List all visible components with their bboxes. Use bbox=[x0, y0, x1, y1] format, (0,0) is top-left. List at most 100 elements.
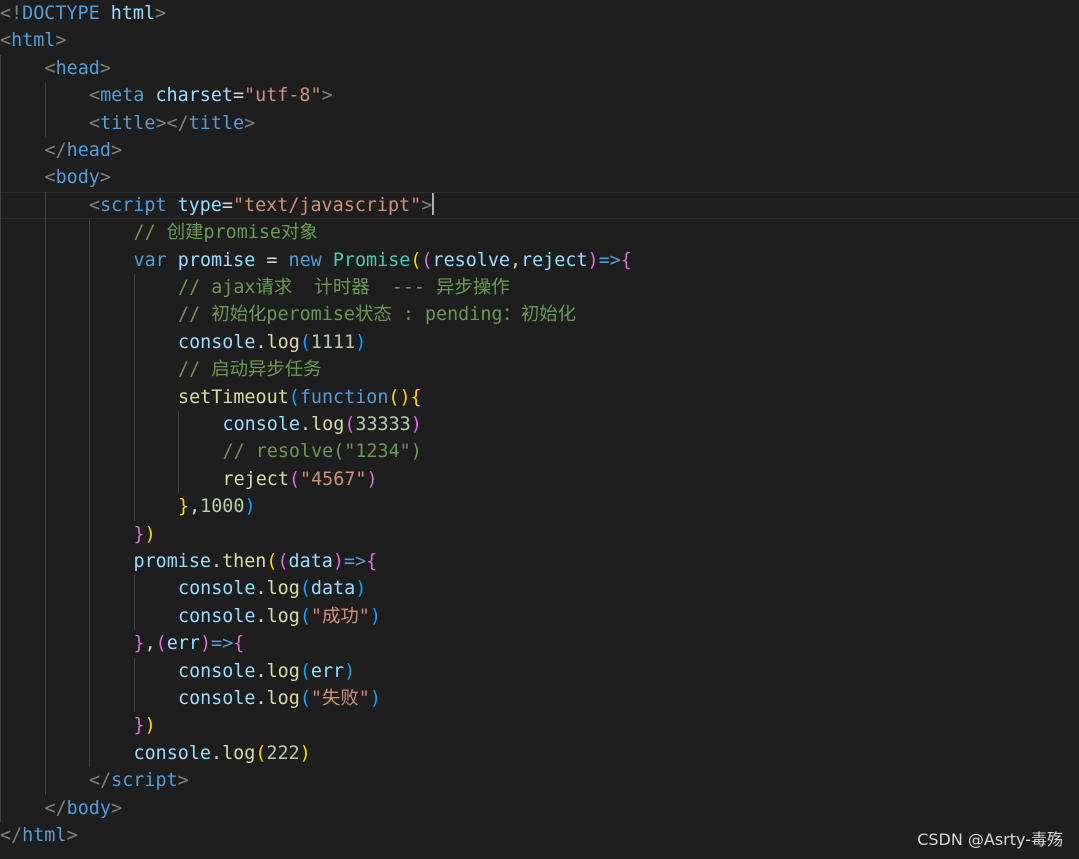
code-token: </ bbox=[44, 140, 67, 161]
code-token: { bbox=[366, 551, 378, 572]
indent-guide bbox=[89, 685, 90, 713]
code-text: promise.then((data)=>{ bbox=[134, 548, 378, 575]
code-line[interactable]: var promise = new Promise((resolve,rejec… bbox=[0, 246, 1079, 274]
code-line[interactable]: // 启动异步任务 bbox=[0, 356, 1079, 384]
code-text: console.log("成功") bbox=[178, 603, 381, 630]
code-token: ) bbox=[144, 523, 156, 545]
code-line[interactable]: },(err)=>{ bbox=[0, 630, 1079, 658]
code-token: ( bbox=[299, 331, 311, 353]
indent-guide bbox=[0, 356, 1, 384]
code-token: . bbox=[255, 660, 267, 682]
indent-guide bbox=[89, 356, 90, 384]
code-token: head bbox=[55, 57, 100, 79]
code-text: console.log(33333) bbox=[223, 411, 422, 438]
code-token: < bbox=[89, 85, 101, 107]
indent-guide bbox=[89, 602, 90, 631]
code-token: 1111 bbox=[310, 331, 356, 353]
code-token: data bbox=[288, 551, 333, 572]
indent-guide bbox=[44, 657, 46, 685]
code-line[interactable]: // resolve("1234") bbox=[0, 438, 1079, 466]
code-token: <! bbox=[0, 3, 23, 24]
code-line[interactable]: console.log(33333) bbox=[0, 411, 1079, 439]
code-token: ( bbox=[288, 386, 300, 408]
code-token: ( bbox=[266, 551, 278, 572]
code-token: body bbox=[55, 167, 100, 189]
code-text: console.log(err) bbox=[178, 658, 355, 685]
code-token: new bbox=[288, 249, 322, 271]
code-token: . bbox=[255, 605, 267, 627]
code-line[interactable]: </head> bbox=[0, 137, 1079, 165]
code-token: } bbox=[133, 523, 145, 545]
code-line[interactable]: </script> bbox=[0, 767, 1079, 795]
indent-guide bbox=[0, 685, 1, 713]
code-line[interactable]: console.log("失败") bbox=[0, 685, 1079, 713]
indent-guide bbox=[0, 657, 1, 685]
code-token: } bbox=[133, 633, 145, 655]
code-line[interactable]: // 初始化peromise状态 : pending：初始化 bbox=[0, 301, 1079, 329]
code-token: , bbox=[144, 633, 156, 655]
indent-guide bbox=[44, 465, 46, 494]
code-text: </head> bbox=[45, 137, 123, 164]
indent-guide bbox=[0, 520, 1, 548]
code-line[interactable]: // 创建promise对象 bbox=[0, 219, 1079, 247]
indent-guide bbox=[0, 411, 1, 439]
indent-guide bbox=[89, 274, 90, 302]
code-token: = bbox=[255, 249, 289, 271]
indent-guide bbox=[133, 383, 135, 411]
code-token: ( bbox=[410, 249, 422, 271]
code-token: ( bbox=[277, 551, 289, 572]
code-text: console.log(data) bbox=[178, 575, 366, 602]
code-line[interactable]: <script type="text/javascript"> bbox=[0, 191, 1079, 220]
code-line[interactable]: <head> bbox=[0, 54, 1079, 83]
code-token: < bbox=[44, 167, 56, 189]
indent-guide bbox=[89, 328, 90, 357]
code-token: console bbox=[178, 660, 256, 682]
indent-guide bbox=[44, 630, 46, 658]
indent-guide bbox=[44, 602, 46, 631]
code-text: console.log(222) bbox=[134, 740, 311, 767]
code-text: },(err)=>{ bbox=[134, 630, 245, 657]
code-token: // resolve("1234") bbox=[222, 441, 422, 463]
code-line[interactable]: <!DOCTYPE html> bbox=[0, 0, 1079, 27]
code-line[interactable]: // ajax请求 计时器 --- 异步操作 bbox=[0, 274, 1079, 302]
code-token: var bbox=[133, 249, 167, 271]
code-token: => bbox=[343, 551, 367, 572]
code-token: < bbox=[0, 30, 12, 52]
code-line[interactable]: console.log(1111) bbox=[0, 328, 1079, 357]
code-line[interactable]: </body> bbox=[0, 794, 1079, 822]
code-token: ) bbox=[199, 633, 212, 655]
code-line[interactable]: setTimeout(function(){ bbox=[0, 383, 1079, 411]
code-token: > bbox=[99, 167, 111, 189]
code-line[interactable]: console.log(222) bbox=[0, 739, 1079, 768]
code-token: data bbox=[310, 578, 356, 600]
code-token: ( bbox=[299, 688, 311, 709]
code-line[interactable]: }) bbox=[0, 520, 1079, 548]
indent-guide bbox=[133, 493, 135, 521]
indent-guide bbox=[133, 356, 135, 384]
code-editor[interactable]: <!DOCTYPE html> <html> <head> <meta charset… bbox=[0, 0, 1079, 859]
indent-guide bbox=[0, 82, 1, 110]
code-token: head bbox=[66, 140, 111, 161]
code-line[interactable]: <body> bbox=[0, 164, 1079, 192]
code-line[interactable]: console.log("成功") bbox=[0, 602, 1079, 631]
code-line[interactable]: promise.then((data)=>{ bbox=[0, 548, 1079, 576]
code-text: <head> bbox=[45, 55, 111, 82]
code-line[interactable]: console.log(err) bbox=[0, 657, 1079, 685]
code-line[interactable]: <title></title> bbox=[0, 109, 1079, 137]
code-line[interactable]: <meta charset="utf-8"> bbox=[0, 82, 1079, 110]
indent-guide bbox=[0, 328, 1, 357]
indent-guide bbox=[44, 712, 46, 740]
code-line[interactable]: <html> bbox=[0, 27, 1079, 54]
code-token: { bbox=[410, 386, 422, 408]
code-token: 222 bbox=[266, 742, 300, 764]
code-text: console.log(1111) bbox=[178, 329, 366, 356]
code-token: err bbox=[310, 660, 345, 682]
code-line[interactable]: },1000) bbox=[0, 493, 1079, 521]
code-line[interactable]: console.log(data) bbox=[0, 575, 1079, 603]
code-line[interactable]: }) bbox=[0, 712, 1079, 740]
indent-guide bbox=[44, 82, 46, 110]
code-token: ( bbox=[155, 633, 167, 655]
code-token: resolve bbox=[432, 249, 511, 271]
code-line[interactable]: reject("4567") bbox=[0, 465, 1079, 494]
